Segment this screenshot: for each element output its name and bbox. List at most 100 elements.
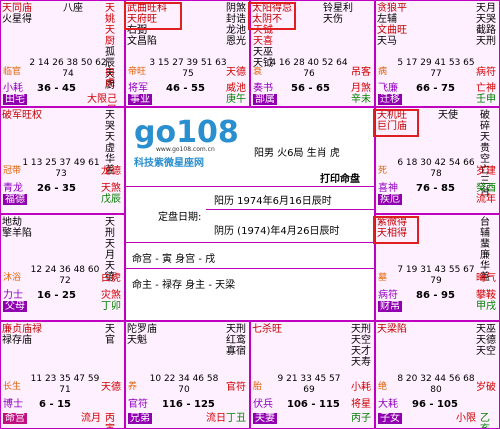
- limit-label: 威池: [226, 83, 246, 94]
- minor-star: 天刑: [351, 324, 371, 335]
- god-star: 大耗: [378, 399, 398, 410]
- decade-range: 106 - 115: [287, 399, 340, 410]
- stage-label: 死: [378, 166, 388, 176]
- minor-star: 地劫: [2, 217, 22, 228]
- age-numbers: 10 22 34 46 58 70: [149, 374, 219, 395]
- palace-hai[interactable]: 天梁陷 天巫 天德 天空 绝 8 20 32 44 56 68 80 岁破 大耗…: [375, 321, 500, 429]
- palace-name: 事业: [128, 94, 152, 105]
- palace-shen[interactable]: 贪狼平 左辅 文曲旺 天马 天月 天哭 截路 天刑 病 5 17 29 41 5…: [375, 0, 500, 107]
- decade-range: 66 - 75: [416, 83, 455, 94]
- limit-label: 将星: [351, 399, 371, 410]
- stage-label: 墓: [378, 273, 388, 283]
- stage-label: 病: [378, 67, 388, 77]
- print-link[interactable]: 打印命盘: [320, 170, 360, 185]
- palace-name: 父母: [3, 301, 27, 312]
- ganzhi: 己巳: [107, 94, 117, 106]
- spirit-label: 天德: [226, 67, 246, 78]
- minor-star: 红鸾: [226, 335, 246, 346]
- minor-star: 天寿: [351, 357, 371, 368]
- main-star: 文曲旺: [377, 25, 407, 36]
- palace-name: 迁移: [378, 94, 402, 105]
- ganzhi: 辛未: [351, 94, 371, 105]
- ganzhi: 丁卯: [101, 301, 121, 312]
- god-star: 病符: [378, 290, 398, 301]
- go108-logo: go108 www.go108.com.cn: [134, 118, 239, 158]
- ganzhi: 癸酉: [476, 183, 496, 194]
- stage-label: 胎: [253, 382, 263, 392]
- minor-star: 天德: [476, 335, 496, 346]
- decade-range: 26 - 35: [37, 183, 76, 194]
- ganzhi: 壬申: [476, 94, 496, 105]
- minor-star: 天才: [351, 346, 371, 357]
- minor-star: 天虚: [105, 132, 115, 154]
- minor-star: 天月: [105, 239, 115, 261]
- minor-star: 擎羊陷: [2, 228, 32, 239]
- palace-chou[interactable]: 陀罗庙 天魁 天刑 红鸾 寡宿 养 10 22 34 46 58 70 官符 官…: [125, 321, 250, 429]
- decade-range: 6 - 15: [39, 399, 71, 410]
- ganzhi: 戊辰: [101, 194, 121, 205]
- palace-name: 命宫: [3, 413, 27, 424]
- palace-name: 兄弟: [128, 413, 152, 424]
- minor-star: 天巫: [253, 47, 273, 58]
- god-star: 伏兵: [253, 399, 273, 410]
- age-numbers: 8 20 32 44 56 68 80: [397, 374, 475, 395]
- site-name: 科技紫微星座网: [134, 158, 204, 169]
- minor-star: 天哭: [105, 110, 115, 132]
- palace-name: 夫妻: [253, 413, 277, 424]
- decade-range: 116 - 125: [162, 399, 215, 410]
- limit-label: 流年: [476, 194, 496, 205]
- minor-star: 蜚廉: [480, 239, 490, 261]
- minor-star: 天使: [438, 110, 458, 121]
- minor-star: 天伤: [323, 14, 343, 25]
- age-numbers: 9 21 33 45 57 69: [277, 374, 341, 395]
- minor-star: 文昌陷: [127, 36, 157, 47]
- decade-range: 36 - 45: [37, 83, 76, 94]
- god-star: 飞廉: [378, 83, 398, 94]
- limit-label: 流日: [206, 413, 226, 424]
- palace-zi[interactable]: 七杀旺 天刑 天空 天才 天寿 胎 9 21 33 45 57 69 小耗 伏兵…: [250, 321, 375, 429]
- spirit-label: 病符: [476, 67, 496, 78]
- stage-label: 帝旺: [128, 67, 147, 77]
- age-numbers: 2 14 26 38 50 62 74: [29, 58, 107, 79]
- ming-shen-master: 命主 - 禄存 身主 - 天梁: [132, 280, 236, 291]
- ganzhi: 丙寅: [105, 413, 115, 428]
- stage-label: 绝: [378, 382, 388, 392]
- highlight-box: [373, 216, 419, 244]
- god-star: 博士: [3, 399, 23, 410]
- palace-yin[interactable]: 廉贞庙禄 禄存庙 天官 长生 11 23 35 47 59 71 天德 博士 6…: [0, 321, 125, 429]
- minor-star: 台辅: [480, 217, 490, 239]
- age-numbers: 5 17 29 41 53 65 77: [397, 58, 475, 79]
- minor-star: 天魁: [127, 335, 147, 346]
- decade-range: 86 - 95: [416, 290, 455, 301]
- age-numbers: 4 16 28 40 52 64 76: [270, 58, 348, 79]
- god-star: 奏书: [253, 83, 273, 94]
- palace-mao[interactable]: 地劫 擎羊陷 天刑 天月 天德 沐浴 12 24 36 48 60 72 白虎 …: [0, 214, 125, 321]
- spirit-label: 白虎: [101, 273, 121, 284]
- minor-star: 天刑: [476, 36, 496, 47]
- age-numbers: 7 19 31 43 55 67 79: [397, 265, 475, 286]
- main-star: 七杀旺: [252, 324, 282, 335]
- palace-chen[interactable]: 破军旺权 天哭 天虚 华盖 冠带 1 13 25 37 49 61 73 龙德 …: [0, 107, 125, 214]
- god-star: 将军: [128, 83, 148, 94]
- minor-star: 天贵: [480, 132, 490, 154]
- god-star: 喜神: [378, 183, 398, 194]
- spirit-label: 岁破: [476, 382, 496, 393]
- astrology-chart: 天同庙 火星得 八座 天姚 天厨 孤辰 天厨 临官 2 14 26 38 50 …: [0, 0, 500, 429]
- main-star: 天同庙: [2, 3, 32, 14]
- ganzhi: 丁丑: [226, 413, 246, 424]
- minor-star: 恩光: [226, 36, 246, 47]
- limit-label: 大限: [87, 94, 107, 105]
- palace-name: 福德: [3, 194, 27, 205]
- age-numbers: 12 24 36 48 60 72: [30, 265, 100, 286]
- age-numbers: 11 23 35 47 59 71: [30, 374, 100, 395]
- solar-date: 阳历 1974年6月16日辰时: [214, 196, 332, 207]
- limit-label: 天煞: [101, 183, 121, 194]
- spirit-label: 官符: [226, 382, 246, 393]
- age-numbers: 6 18 30 42 54 66 78: [397, 158, 475, 179]
- minor-star: 破碎: [480, 110, 490, 132]
- stage-label: 衰: [253, 67, 263, 77]
- palace-si[interactable]: 天同庙 火星得 八座 天姚 天厨 孤辰 天厨 临官 2 14 26 38 50 …: [0, 0, 125, 107]
- god-star: 力士: [3, 290, 23, 301]
- minor-star: 天姚: [105, 3, 115, 25]
- palace-name: 疾厄: [378, 194, 402, 205]
